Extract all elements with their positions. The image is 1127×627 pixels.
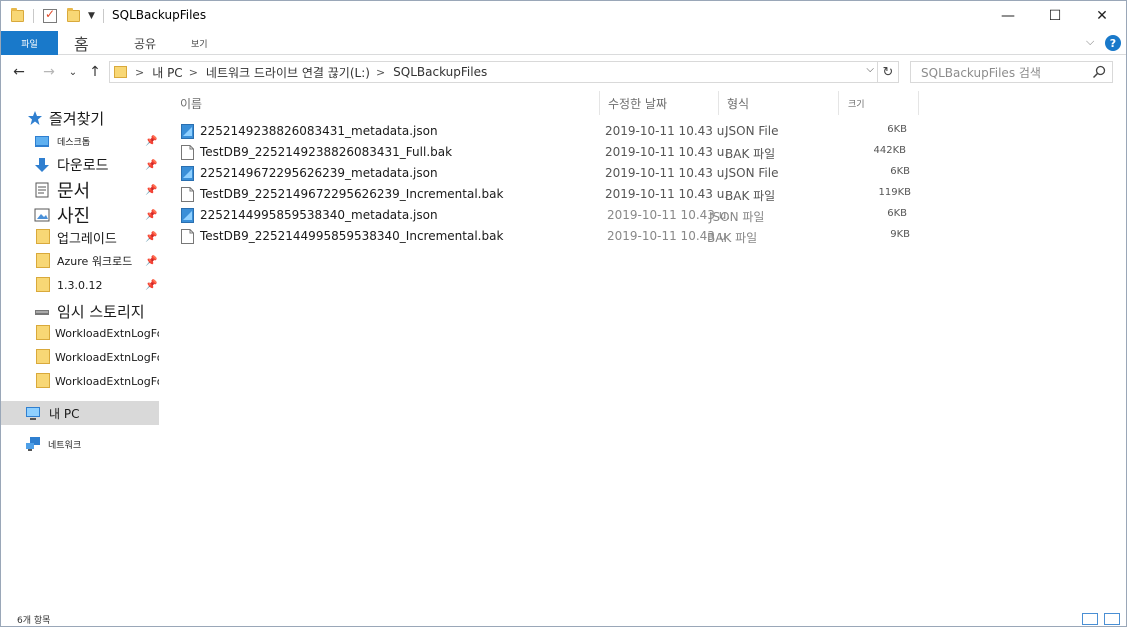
maximize-button[interactable]: ☐: [1032, 1, 1078, 31]
nav-item-1-3-0-12[interactable]: 1.3.0.12 📌: [1, 273, 159, 297]
crumb-separator: >: [135, 65, 145, 79]
blank-file-icon: [181, 187, 194, 202]
address-bar[interactable]: > 내 PC > 네트워크 드라이브 연결 끊기(L:) > SQLBackup…: [109, 61, 878, 83]
folder-icon: [36, 325, 50, 340]
chevron-down-icon[interactable]: ⌵: [866, 64, 874, 75]
tab-file[interactable]: 파일: [1, 31, 58, 55]
file-row[interactable]: TestDB9_2252149238826083431_Full.bak 201…: [177, 142, 917, 163]
breadcrumb-this-pc[interactable]: 내 PC: [152, 64, 182, 81]
title-bar: ▼ SQLBackupFiles — ☐ ✕: [1, 1, 1126, 31]
nav-item-temp-storage[interactable]: 임시 스토리지: [1, 299, 159, 323]
status-bar: 6개 항목: [1, 609, 1126, 627]
nav-network[interactable]: 네트워크: [1, 432, 159, 456]
properties-icon[interactable]: [43, 7, 57, 25]
navigation-bar: ← → ⌄ ↑ > 내 PC > 네트워크 드라이브 연결 끊기(L:) > S…: [1, 57, 1126, 87]
details-view-icon[interactable]: [1082, 613, 1098, 625]
file-row[interactable]: 2252144995859538340_metadata.json 2019-1…: [177, 205, 917, 226]
folder-icon: [36, 253, 50, 268]
nav-item-downloads[interactable]: 다운로드 📌: [1, 153, 159, 177]
column-header-size[interactable]: 크기: [848, 91, 865, 115]
navigation-pane: 즐겨찾기 데스크톱 📌 다운로드 📌 문서 📌 사진 📌 업그레이드 📌 Azu…: [1, 89, 161, 607]
nav-item-documents[interactable]: 문서 📌: [1, 178, 159, 202]
up-button[interactable]: ↑: [87, 62, 103, 82]
item-count: 6개 항목: [17, 616, 51, 626]
nav-item-azure-workload[interactable]: Azure 워크로드 📌: [1, 249, 159, 273]
folder-icon: [114, 66, 127, 78]
explorer-window: ▼ SQLBackupFiles — ☐ ✕ 파일 홈 공유 보기 ⌵ ? ← …: [0, 0, 1127, 627]
pin-icon: 📌: [145, 209, 158, 221]
minimize-button[interactable]: —: [985, 1, 1031, 31]
breadcrumb-drive[interactable]: 네트워크 드라이브 연결 끊기(L:): [206, 64, 370, 81]
help-icon[interactable]: ?: [1105, 35, 1121, 51]
json-file-icon: [181, 124, 194, 139]
nav-item-desktop[interactable]: 데스크톱 📌: [1, 129, 159, 153]
drive-icon: [35, 310, 49, 315]
folder-icon: [36, 373, 50, 388]
blank-file-icon: [181, 229, 194, 244]
separator: [33, 7, 34, 25]
json-file-icon: [181, 208, 194, 223]
pictures-icon: [34, 208, 50, 222]
computer-icon: [26, 407, 40, 420]
new-folder-icon[interactable]: [67, 7, 80, 25]
star-icon: [28, 111, 42, 125]
search-input[interactable]: SQLBackupFiles 검색: [910, 61, 1113, 83]
customize-quick-access-icon[interactable]: ▼: [88, 7, 95, 25]
window-title: SQLBackupFiles: [112, 8, 207, 22]
column-divider[interactable]: [718, 91, 719, 115]
forward-button[interactable]: →: [41, 62, 57, 82]
crumb-separator: >: [188, 65, 198, 79]
ribbon-expand-icon[interactable]: ⌵: [1086, 35, 1094, 49]
back-button[interactable]: ←: [11, 62, 27, 82]
large-icons-view-icon[interactable]: [1104, 613, 1120, 625]
download-icon: [35, 158, 49, 172]
file-row[interactable]: 2252149238826083431_metadata.json 2019-1…: [177, 121, 917, 142]
pin-icon: 📌: [145, 184, 158, 196]
document-icon: [35, 182, 49, 198]
breadcrumb-current-folder[interactable]: SQLBackupFiles: [393, 65, 487, 79]
folder-icon: [36, 277, 50, 292]
search-placeholder: SQLBackupFiles 검색: [921, 65, 1041, 80]
search-icon[interactable]: [1092, 65, 1106, 79]
folder-icon: [11, 7, 24, 25]
column-divider[interactable]: [599, 91, 600, 115]
json-file-icon: [181, 166, 194, 181]
folder-icon: [36, 229, 50, 244]
recent-locations-button[interactable]: ⌄: [67, 62, 79, 82]
nav-item-pictures[interactable]: 사진 📌: [1, 203, 159, 227]
pin-icon: 📌: [145, 135, 158, 147]
tab-view[interactable]: 보기: [191, 31, 208, 55]
nav-item-upgrade[interactable]: 업그레이드 📌: [1, 225, 159, 249]
desktop-icon: [35, 136, 49, 147]
network-icon: [26, 437, 40, 451]
blank-file-icon: [181, 145, 194, 160]
ribbon-tabs: 파일 홈 공유 보기 ⌵ ?: [1, 31, 1126, 55]
pin-icon: 📌: [145, 279, 158, 291]
separator: [103, 7, 104, 25]
file-row[interactable]: TestDB9_2252144995859538340_Incremental.…: [177, 226, 917, 247]
nav-this-pc[interactable]: 내 PC: [1, 401, 159, 425]
pin-icon: 📌: [145, 159, 158, 171]
column-header-date[interactable]: 수정한 날짜: [608, 91, 667, 115]
nav-item-workload-log-2[interactable]: WorkloadExtnLogFo: [1, 345, 159, 369]
folder-icon: [36, 349, 50, 364]
nav-item-workload-log-1[interactable]: WorkloadExtnLogFo: [1, 321, 159, 345]
close-button[interactable]: ✕: [1079, 1, 1125, 31]
column-divider[interactable]: [838, 91, 839, 115]
file-row[interactable]: TestDB9_2252149672295626239_Incremental.…: [177, 184, 917, 205]
column-divider[interactable]: [918, 91, 919, 115]
column-header-name[interactable]: 이름: [180, 91, 202, 115]
tab-share[interactable]: 공유: [134, 31, 156, 55]
pin-icon: 📌: [145, 255, 158, 267]
nav-item-workload-log-3[interactable]: WorkloadExtnLogFo: [1, 369, 159, 393]
column-header-type[interactable]: 형식: [727, 91, 749, 115]
file-row[interactable]: 2252149672295626239_metadata.json 2019-1…: [177, 163, 917, 184]
crumb-separator: >: [375, 65, 386, 79]
pin-icon: 📌: [145, 231, 158, 243]
nav-quick-access[interactable]: 즐겨찾기: [1, 106, 159, 130]
refresh-button[interactable]: ↻: [878, 61, 899, 83]
tab-home[interactable]: 홈: [74, 31, 89, 55]
